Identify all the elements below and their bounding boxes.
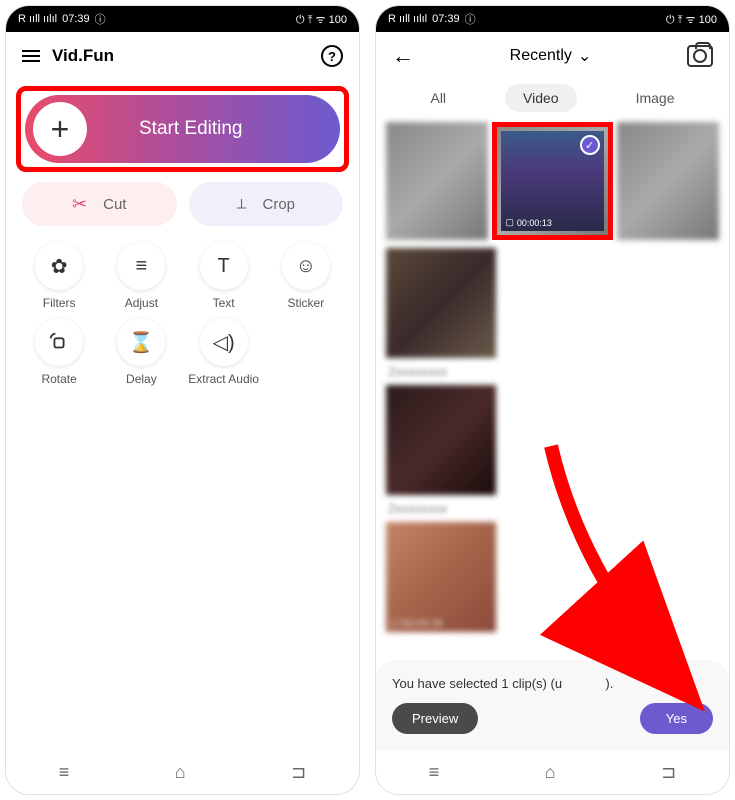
video-thumbnail[interactable] [386,122,488,240]
sticker-button[interactable]: ☺ Sticker [269,242,343,310]
video-thumbnail[interactable]: ▢ UU.UU.18 [386,522,496,632]
text-button[interactable]: T Text [187,242,261,310]
folder-label: Recently [510,47,572,65]
picker-header: ← Recently ⌄ [376,32,729,80]
tab-image[interactable]: Image [618,84,693,112]
phone-right: R ııll ıılıl 07:39 ⓘ ⏻ ⤒ ᯤ 100 ← Recentl… [375,5,730,795]
filters-button[interactable]: ✿ Filters [22,242,96,310]
back-nav-icon[interactable]: ⊐ [661,762,676,783]
back-nav-icon[interactable]: ⊐ [291,762,306,783]
info-icon: ⓘ [465,11,476,27]
status-bar: R ııll ıılıl 07:39 ⓘ ⏻ ⤒ ᯤ 100 [376,6,729,32]
signal-indicator: R ııll ıılıl [388,13,427,25]
video-thumbnail[interactable] [386,248,496,358]
sticker-icon: ☺ [282,242,330,290]
info-icon: ⓘ [95,11,106,27]
phone-left: R ııll ıılıl 07:39 ⓘ ⏻ ⤒ ᯤ 100 Vid.Fun ?… [5,5,360,795]
tab-all[interactable]: All [412,84,464,112]
plus-icon: + [33,102,87,156]
extract-audio-button[interactable]: ◁) Extract Audio [187,318,261,386]
duration-label: ▢ UU.UU.18 [390,618,442,629]
adjust-icon: ≡ [117,242,165,290]
selected-video-thumbnail[interactable]: ✓ ▢ 00:00:13 [501,131,603,231]
start-editing-button[interactable]: + Start Editing [25,95,340,163]
app-header: Vid.Fun ? [6,32,359,80]
signal-indicator: R ııll ıılıl [18,13,57,25]
home-nav-icon[interactable]: ⌂ [175,762,186,783]
home-nav-icon[interactable]: ⌂ [545,762,556,783]
preview-button[interactable]: Preview [392,703,478,734]
status-bar: R ııll ıılıl 07:39 ⓘ ⏻ ⤒ ᯤ 100 [6,6,359,32]
selected-check-icon: ✓ [580,135,600,155]
adjust-button[interactable]: ≡ Adjust [104,242,178,310]
cut-label: Cut [103,196,126,213]
hourglass-icon: ⌛ [117,318,165,366]
recents-nav-icon[interactable]: ≡ [59,762,70,783]
filters-icon: ✿ [35,242,83,290]
status-icons: ⏻ ⤒ ᯤ 100 [666,12,717,27]
filter-tabs: All Video Image [376,80,729,122]
status-icons: ⏻ ⤒ ᯤ 100 [296,12,347,27]
rotate-button[interactable]: Rotate [22,318,96,386]
chevron-down-icon: ⌄ [578,46,591,66]
thumbnail-grid: ✓ ▢ 00:00:13 2xxxxxxxx 2xxxxxxxx ▢ UU.UU… [376,122,729,632]
start-editing-label: Start Editing [139,118,243,140]
menu-icon[interactable] [22,50,40,62]
recents-nav-icon[interactable]: ≡ [429,762,440,783]
folder-dropdown[interactable]: Recently ⌄ [510,46,592,66]
navigation-bar: ≡ ⌂ ⊐ [6,750,359,794]
cut-button[interactable]: ✂ Cut [22,182,177,226]
tools-grid: ✿ Filters ≡ Adjust T Text ☺ Sticker Rota… [6,242,359,387]
highlight-box-selected-video: ✓ ▢ 00:00:13 [492,122,612,240]
section-date: 2xxxxxxxx [388,364,717,379]
crop-icon: ⟂ [236,196,246,213]
clock: 07:39 [432,13,460,25]
duration-label: ▢ 00:00:13 [505,217,552,228]
back-button[interactable]: ← [392,43,414,69]
navigation-bar: ≡ ⌂ ⊐ [376,750,729,794]
camera-button[interactable] [687,45,713,67]
help-icon[interactable]: ? [321,45,343,67]
section-date: 2xxxxxxxx [388,501,717,516]
crop-button[interactable]: ⟂ Crop [189,182,344,226]
tab-video[interactable]: Video [505,84,577,112]
speaker-icon: ◁) [200,318,248,366]
tool-row: ✂ Cut ⟂ Crop [6,182,359,226]
camera-mini-icon: ▢ [505,217,514,228]
rotate-icon [35,318,83,366]
crop-label: Crop [263,196,296,213]
delay-button[interactable]: ⌛ Delay [104,318,178,386]
text-icon: T [200,242,248,290]
selection-message: You have selected 1 clip(s) (u ). [392,676,713,691]
app-title: Vid.Fun [52,46,114,66]
selection-sheet: You have selected 1 clip(s) (u ). Previe… [376,660,729,750]
video-thumbnail[interactable] [386,385,496,495]
yes-button[interactable]: Yes [640,703,713,734]
highlight-box-start-editing: + Start Editing [16,86,349,172]
clock: 07:39 [62,13,90,25]
scissors-icon: ✂ [72,194,87,215]
video-thumbnail[interactable] [617,122,719,240]
